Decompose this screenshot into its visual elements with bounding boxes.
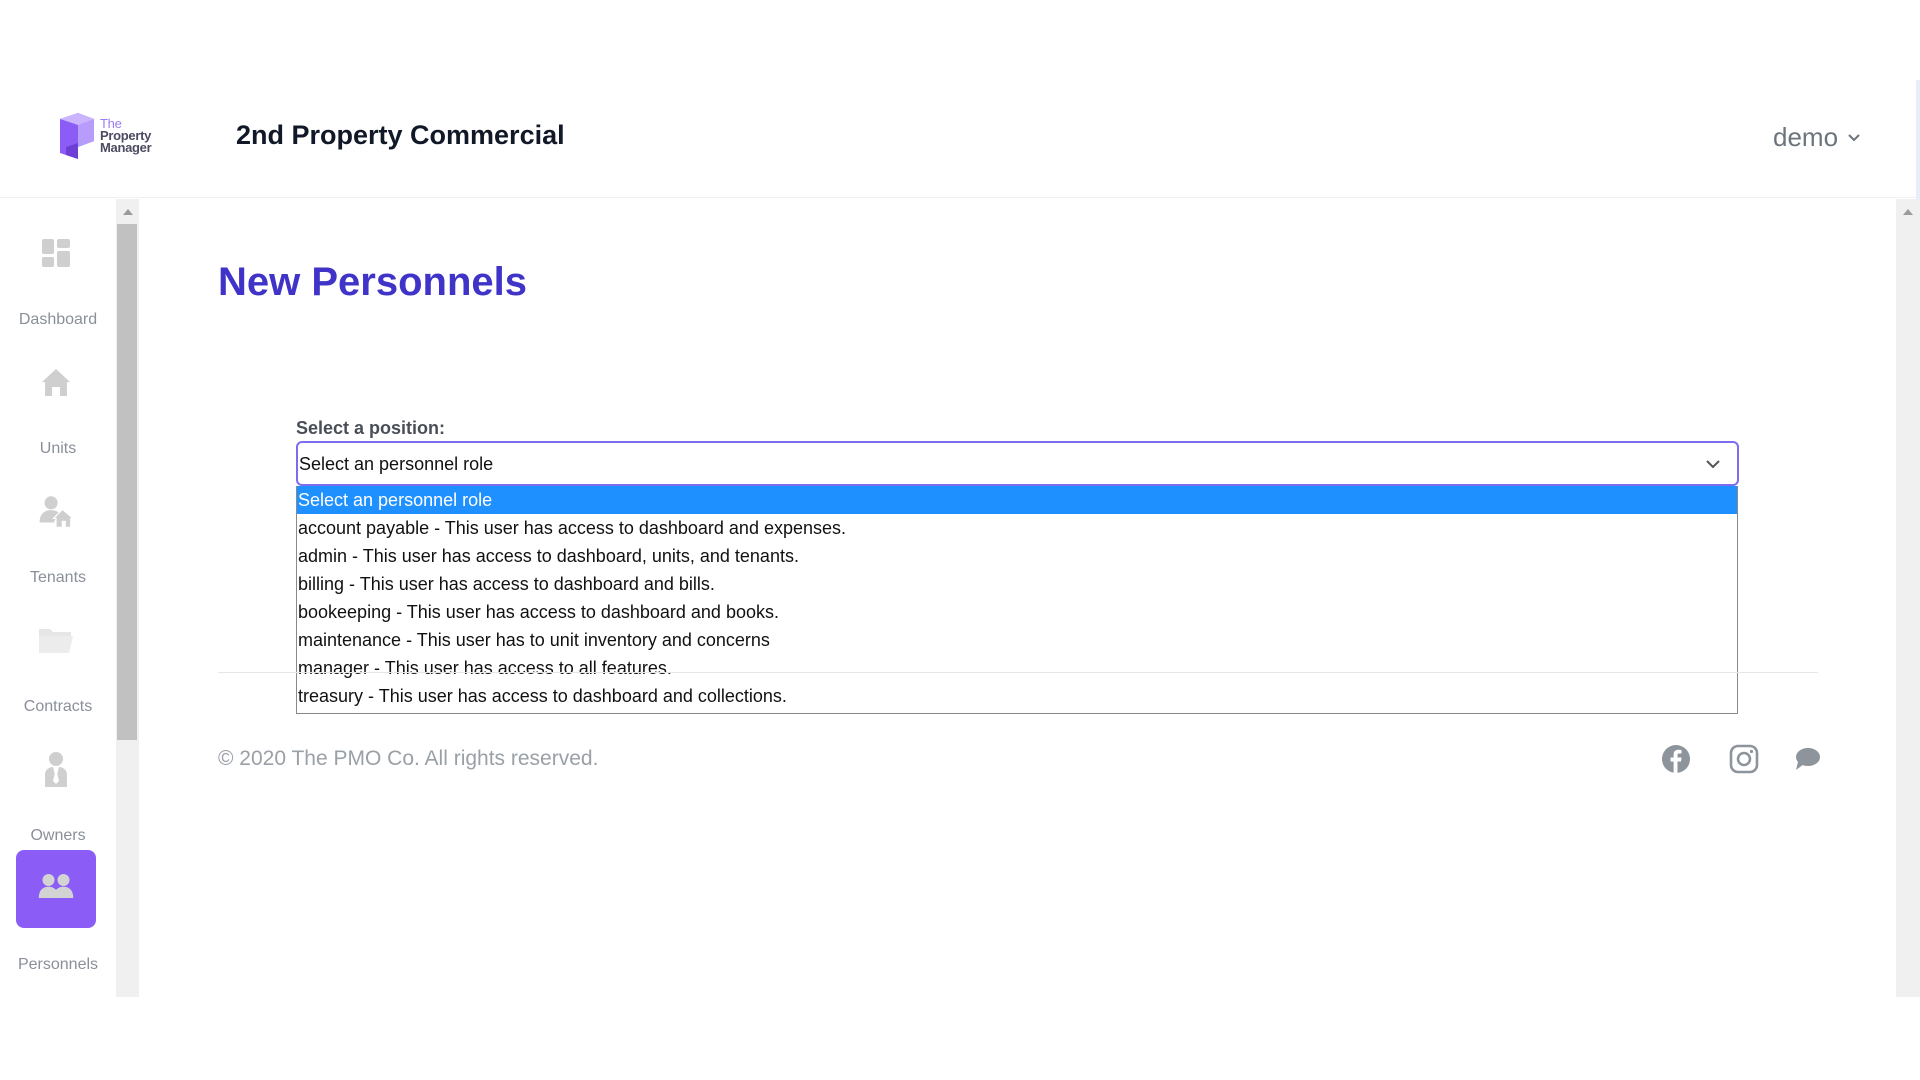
sidebar-label: Contracts: [23, 698, 93, 715]
property-manager-logo-icon: [58, 111, 98, 161]
position-label: Select a position:: [296, 418, 446, 438]
app-logo[interactable]: The Property Manager: [58, 110, 168, 162]
sidebar-item-dashboard[interactable]: Dashboard: [0, 199, 116, 328]
folder-icon: [38, 622, 74, 658]
logo-text: The Property Manager: [100, 117, 152, 155]
owner-person-icon: [38, 751, 74, 787]
users-icon: [38, 868, 74, 904]
sidebar-item-personnels[interactable]: Personnels: [0, 844, 116, 973]
position-dropdown-list: Select an personnel role account payable…: [296, 486, 1738, 714]
sidebar-label: Tenants: [29, 569, 87, 586]
home-icon: [38, 364, 74, 400]
dropdown-option[interactable]: Select an personnel role: [297, 486, 1737, 514]
window-edge: [1916, 80, 1920, 200]
dropdown-option[interactable]: maintenance - This user has to unit inve…: [297, 626, 1737, 654]
chevron-down-icon: [1848, 133, 1860, 141]
dropdown-option[interactable]: billing - This user has access to dashbo…: [297, 570, 1737, 598]
select-value: Select an personnel role: [299, 454, 494, 474]
sidebar-scrollbar[interactable]: [116, 199, 139, 997]
sidebar-label: Dashboard: [18, 311, 98, 328]
sidebar-label: Personnels: [17, 956, 99, 973]
dashboard-grid-icon: [38, 235, 74, 271]
page-title: New Personnels: [218, 260, 528, 304]
sidebar-item-contracts[interactable]: Contracts: [0, 586, 116, 715]
scrollbar-thumb[interactable]: [117, 224, 137, 740]
dropdown-option[interactable]: account payable - This user has access t…: [297, 514, 1737, 542]
sidebar: Dashboard Units Tenants Contracts Owners…: [0, 199, 116, 997]
scroll-up-arrow-icon[interactable]: [1903, 209, 1913, 215]
scroll-up-arrow-icon[interactable]: [123, 209, 133, 215]
dropdown-option[interactable]: admin - This user has access to dashboar…: [297, 542, 1737, 570]
chevron-down-icon: [1706, 460, 1720, 469]
dropdown-option[interactable]: bookeeping - This user has access to das…: [297, 598, 1737, 626]
property-title: 2nd Property Commercial: [236, 120, 565, 150]
top-bar: The Property Manager 2nd Property Commer…: [0, 90, 1920, 198]
sidebar-item-owners[interactable]: Owners: [0, 715, 116, 844]
user-name: demo: [1773, 122, 1839, 152]
position-select[interactable]: Select an personnel role: [296, 441, 1739, 486]
sidebar-label: Units: [39, 440, 77, 457]
footer-divider: [218, 672, 1818, 673]
sidebar-item-tenants[interactable]: Tenants: [0, 457, 116, 586]
main-scrollbar[interactable]: [1896, 199, 1920, 997]
chat-icon[interactable]: [1792, 744, 1822, 774]
instagram-icon[interactable]: [1729, 744, 1759, 774]
user-menu[interactable]: demo: [1773, 122, 1860, 153]
logo-line-3: Manager: [100, 140, 152, 155]
copyright-text: © 2020 The PMO Co. All rights reserved.: [218, 747, 599, 770]
dropdown-option[interactable]: manager - This user has access to all fe…: [297, 654, 1737, 682]
dropdown-option[interactable]: treasury - This user has access to dashb…: [297, 682, 1737, 710]
facebook-icon[interactable]: [1661, 744, 1691, 774]
sidebar-item-units[interactable]: Units: [0, 328, 116, 457]
tenant-house-icon: [38, 493, 74, 529]
sidebar-label: Owners: [30, 827, 86, 844]
